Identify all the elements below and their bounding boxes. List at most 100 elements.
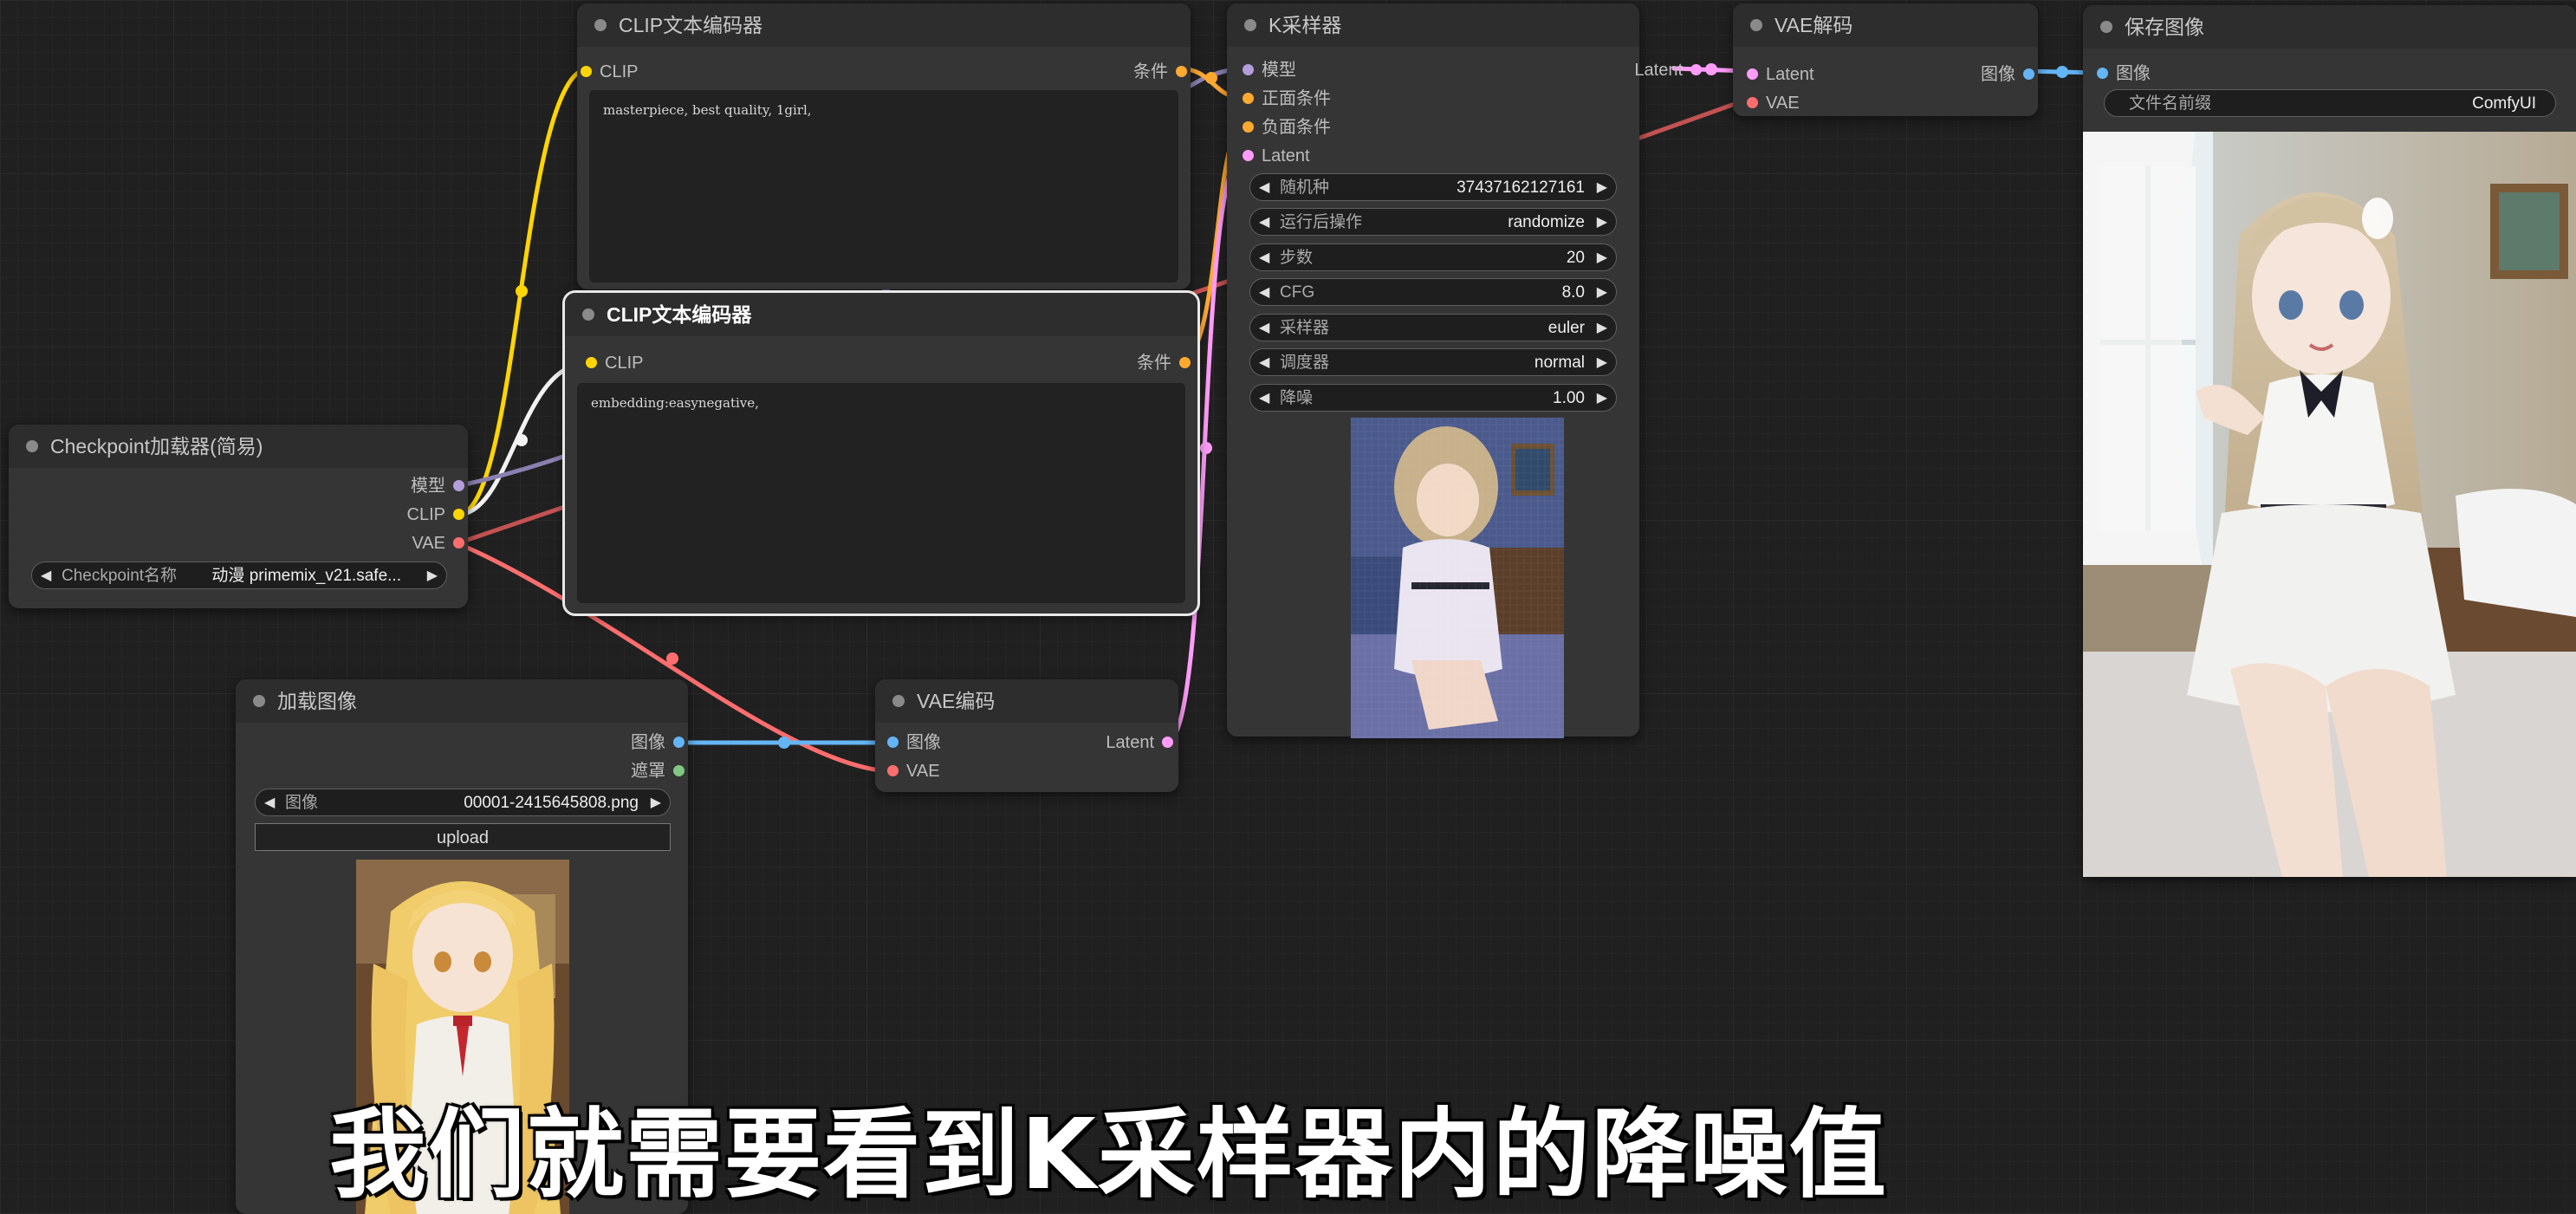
collapse-dot-icon[interactable]	[892, 695, 905, 707]
output-slot-image[interactable]: 图像	[631, 730, 688, 756]
collapse-dot-icon[interactable]	[2100, 21, 2112, 33]
clip-text-encoder-node-1[interactable]: CLIP文本编码器 CLIP 条件 masterpiece, best qual…	[577, 3, 1191, 289]
widget-seed[interactable]: ◀ 随机种 37437162127161 ▶	[1249, 173, 1617, 201]
vae-encode-node[interactable]: VAE编码 图像 VAE Latent	[875, 679, 1178, 792]
increment-arrow-icon[interactable]: ▶	[1597, 349, 1607, 377]
increment-arrow-icon[interactable]: ▶	[1597, 209, 1607, 237]
increment-arrow-icon[interactable]: ▶	[1597, 385, 1607, 412]
output-slot-conditioning[interactable]: 条件	[1133, 59, 1191, 85]
input-slot-negative[interactable]: 负面条件	[1239, 114, 1331, 140]
decrement-arrow-icon[interactable]: ◀	[1259, 349, 1269, 377]
output-slot-conditioning[interactable]: 条件	[1137, 350, 1194, 376]
node-title[interactable]: VAE解码	[1733, 3, 2038, 47]
output-slot-clip[interactable]: CLIP	[407, 502, 468, 528]
node-title[interactable]: K采样器	[1227, 3, 1639, 47]
node-title[interactable]: VAE编码	[875, 679, 1178, 723]
widget-control-after-generate[interactable]: ◀ 运行后操作 randomize ▶	[1249, 208, 1617, 236]
node-title[interactable]: 保存图像	[2083, 5, 2576, 49]
widget-image-file[interactable]: ◀ 图像 00001-2415645808.png ▶	[255, 789, 671, 816]
output-slot-mask[interactable]: 遮罩	[631, 758, 688, 784]
node-title[interactable]: CLIP文本编码器	[577, 3, 1191, 47]
widget-value: 20	[1566, 249, 1585, 267]
output-slot-latent[interactable]: Latent	[1106, 730, 1177, 756]
output-port-icon[interactable]	[453, 537, 464, 549]
output-slot-model[interactable]: 模型	[411, 473, 468, 499]
widget-cfg[interactable]: ◀ CFG 8.0 ▶	[1249, 278, 1617, 306]
output-port-icon[interactable]	[1690, 64, 1702, 75]
input-port-icon[interactable]	[1243, 93, 1254, 104]
decrement-arrow-icon[interactable]: ◀	[1259, 174, 1269, 202]
input-port-icon[interactable]	[1243, 121, 1254, 133]
input-slot-image[interactable]: 图像	[884, 730, 941, 756]
prompt-textarea[interactable]: embedding:easynegative,	[577, 383, 1185, 603]
collapse-dot-icon[interactable]	[253, 695, 265, 707]
collapse-dot-icon[interactable]	[582, 308, 594, 321]
save-image-node[interactable]: 保存图像 图像 文件名前缀 ComfyUI	[2083, 5, 2576, 877]
upload-button[interactable]: upload	[255, 823, 671, 851]
decrement-arrow-icon[interactable]: ◀	[1259, 209, 1269, 237]
collapse-dot-icon[interactable]	[594, 19, 607, 31]
output-port-icon[interactable]	[1162, 737, 1173, 748]
input-port-icon[interactable]	[581, 66, 592, 77]
decrement-arrow-icon[interactable]: ◀	[1259, 279, 1269, 307]
ksampler-node[interactable]: K采样器 模型 正面条件 负面条件 Latent Latent ◀ 随机种 3743…	[1227, 3, 1702, 738]
slot-label: Latent	[1766, 65, 1814, 84]
checkpoint-loader-node[interactable]: Checkpoint加载器(简易) 模型 CLIP VAE ◀ Checkpoin…	[9, 425, 468, 608]
collapse-dot-icon[interactable]	[1750, 19, 1762, 31]
node-title[interactable]: Checkpoint加载器(简易)	[9, 425, 468, 468]
vae-decode-node[interactable]: VAE解码 Latent VAE 图像	[1733, 3, 2038, 116]
output-slot-vae[interactable]: VAE	[412, 530, 468, 556]
collapse-dot-icon[interactable]	[1244, 19, 1256, 31]
widget-checkpoint-name[interactable]: ◀ Checkpoint名称 动漫 primemix_v21.safe... ▶	[31, 562, 447, 589]
input-port-icon[interactable]	[1747, 68, 1758, 80]
input-port-icon[interactable]	[887, 737, 899, 748]
input-slot-latent[interactable]: Latent	[1239, 143, 1310, 169]
increment-arrow-icon[interactable]: ▶	[427, 562, 438, 590]
input-slot-vae[interactable]: VAE	[884, 758, 940, 784]
widget-scheduler[interactable]: ◀ 调度器 normal ▶	[1249, 348, 1617, 376]
increment-arrow-icon[interactable]: ▶	[651, 789, 661, 817]
clip-text-encoder-node-2[interactable]: CLIP文本编码器 CLIP 条件 embedding:easynegative…	[562, 290, 1200, 616]
input-port-icon[interactable]	[1243, 150, 1254, 161]
widget-sampler[interactable]: ◀ 采样器 euler ▶	[1249, 314, 1617, 341]
output-port-icon[interactable]	[453, 509, 464, 520]
increment-arrow-icon[interactable]: ▶	[1597, 315, 1607, 342]
output-slot-image[interactable]: 图像	[1981, 62, 2038, 88]
increment-arrow-icon[interactable]: ▶	[1597, 174, 1607, 202]
input-port-icon[interactable]	[2097, 68, 2108, 79]
decrement-arrow-icon[interactable]: ◀	[264, 789, 275, 817]
output-port-icon[interactable]	[2023, 68, 2034, 80]
widget-value: 动漫 primemix_v21.safe...	[211, 567, 401, 585]
decrement-arrow-icon[interactable]: ◀	[1259, 385, 1269, 412]
decrement-arrow-icon[interactable]: ◀	[1259, 244, 1269, 272]
decrement-arrow-icon[interactable]: ◀	[1259, 315, 1269, 342]
node-title[interactable]: CLIP文本编码器	[565, 293, 1197, 336]
input-slot-latent[interactable]: Latent	[1743, 62, 1814, 88]
input-port-icon[interactable]	[586, 357, 597, 368]
input-slot-clip[interactable]: CLIP	[582, 350, 643, 376]
collapse-dot-icon[interactable]	[26, 440, 38, 452]
widget-filename-prefix[interactable]: 文件名前缀 ComfyUI	[2104, 89, 2556, 117]
input-slot-positive[interactable]: 正面条件	[1239, 86, 1331, 112]
increment-arrow-icon[interactable]: ▶	[1597, 279, 1607, 307]
input-port-icon[interactable]	[1243, 64, 1254, 75]
input-port-icon[interactable]	[1747, 97, 1758, 108]
input-slot-image[interactable]: 图像	[2093, 61, 2151, 87]
widget-value: ComfyUI	[2472, 94, 2536, 113]
input-slot-model[interactable]: 模型	[1239, 57, 1296, 83]
input-slot-vae[interactable]: VAE	[1743, 90, 1800, 116]
input-slot-clip[interactable]: CLIP	[577, 59, 638, 85]
output-port-icon[interactable]	[673, 765, 685, 776]
prompt-textarea[interactable]: masterpiece, best quality, 1girl,	[589, 90, 1178, 282]
output-port-icon[interactable]	[1179, 357, 1191, 368]
widget-steps[interactable]: ◀ 步数 20 ▶	[1249, 243, 1617, 271]
output-port-icon[interactable]	[1176, 66, 1187, 77]
output-port-icon[interactable]	[453, 480, 464, 491]
output-port-icon[interactable]	[673, 737, 685, 748]
input-port-icon[interactable]	[887, 765, 899, 776]
decrement-arrow-icon[interactable]: ◀	[41, 562, 51, 590]
widget-denoise[interactable]: ◀ 降噪 1.00 ▶	[1249, 384, 1617, 412]
node-title[interactable]: 加载图像	[236, 679, 688, 723]
output-slot-latent[interactable]: Latent	[1634, 57, 1705, 83]
increment-arrow-icon[interactable]: ▶	[1597, 244, 1607, 272]
